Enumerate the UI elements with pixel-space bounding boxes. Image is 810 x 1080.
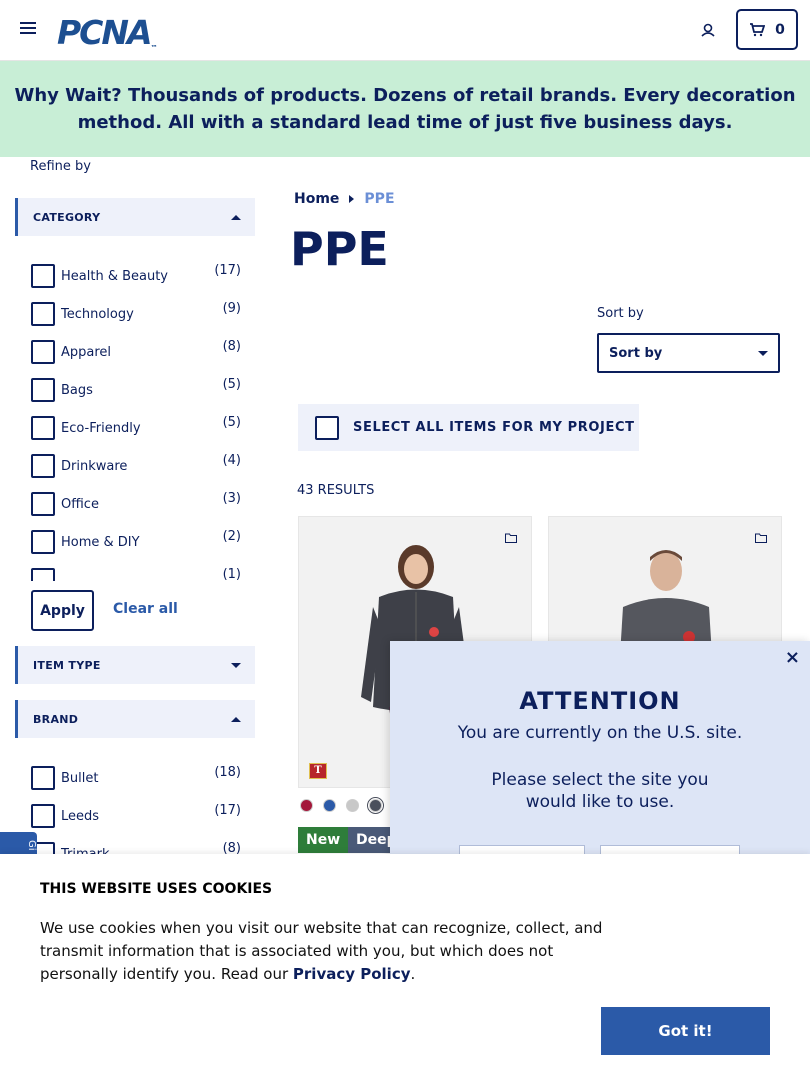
breadcrumb-home-link[interactable]: Home bbox=[294, 191, 339, 207]
refine-label: Refine by bbox=[30, 159, 91, 174]
cookie-banner: THIS WEBSITE USES COOKIES We use cookies… bbox=[0, 854, 810, 1080]
collapse-icon bbox=[231, 716, 241, 722]
category-facet-list: Health & Beauty (17) Technology (9) Appare… bbox=[30, 257, 245, 581]
option-label: Office bbox=[61, 496, 99, 512]
category-option[interactable]: Eco-Friendly (5) bbox=[30, 409, 245, 447]
option-count: (1) bbox=[222, 567, 241, 581]
checkbox[interactable] bbox=[31, 804, 55, 828]
collapse-icon bbox=[231, 214, 241, 220]
checkbox[interactable] bbox=[31, 568, 55, 581]
cart-count: 0 bbox=[775, 21, 785, 38]
option-label: Leeds bbox=[61, 808, 100, 824]
cookie-title: THIS WEBSITE USES COOKIES bbox=[40, 881, 273, 897]
category-option[interactable]: Technology (9) bbox=[30, 295, 245, 333]
category-option[interactable]: Drinkware (4) bbox=[30, 447, 245, 485]
results-count: 43 RESULTS bbox=[297, 483, 375, 498]
color-swatch[interactable] bbox=[367, 797, 384, 814]
option-count: (5) bbox=[222, 377, 241, 392]
breadcrumb: Home PPE bbox=[294, 191, 395, 207]
category-option[interactable]: Bags (5) bbox=[30, 371, 245, 409]
option-label: Eco-Friendly bbox=[61, 420, 141, 436]
brand-facet-title: BRAND bbox=[33, 712, 79, 726]
cookie-text: We use cookies when you visit our websit… bbox=[40, 917, 610, 986]
option-count: (3) bbox=[222, 491, 241, 506]
checkbox[interactable] bbox=[31, 416, 55, 440]
chevron-down-icon bbox=[758, 350, 768, 356]
color-swatch[interactable] bbox=[346, 799, 359, 812]
site-header: PCNA™ 0 bbox=[0, 0, 810, 61]
checkbox[interactable] bbox=[31, 454, 55, 478]
privacy-policy-link[interactable]: Privacy Policy bbox=[293, 965, 411, 983]
option-count: (8) bbox=[222, 339, 241, 354]
brand-badge: T bbox=[309, 763, 327, 779]
category-facet-title: CATEGORY bbox=[33, 210, 101, 224]
close-icon[interactable]: × bbox=[785, 647, 800, 668]
page-title: PPE bbox=[290, 222, 389, 276]
cart-icon bbox=[750, 22, 766, 36]
option-label: Bullet bbox=[61, 770, 99, 786]
select-all-items[interactable]: SELECT ALL ITEMS FOR MY PROJECT bbox=[298, 404, 639, 451]
site-selection-modal: × ATTENTION You are currently on the U.S… bbox=[390, 641, 810, 865]
checkbox[interactable] bbox=[31, 302, 55, 326]
option-label: Bags bbox=[61, 382, 93, 398]
checkbox[interactable] bbox=[31, 492, 55, 516]
option-label: Apparel bbox=[61, 344, 112, 360]
clear-all-link[interactable]: Clear all bbox=[113, 601, 178, 617]
checkbox[interactable] bbox=[31, 264, 55, 288]
expand-icon bbox=[231, 662, 241, 668]
modal-message: You are currently on the U.S. site. bbox=[457, 723, 743, 743]
option-label: Technology bbox=[61, 306, 134, 322]
option-count: (9) bbox=[222, 301, 241, 316]
select-all-checkbox[interactable] bbox=[315, 415, 339, 440]
option-count: (17) bbox=[214, 263, 241, 278]
sort-value: Sort by bbox=[609, 345, 663, 361]
brand-option[interactable]: Leeds (17) bbox=[30, 797, 245, 835]
category-option[interactable]: Office (3) bbox=[30, 485, 245, 523]
category-option[interactable]: (1) bbox=[30, 561, 245, 581]
breadcrumb-separator-icon bbox=[349, 195, 355, 203]
category-option[interactable]: Health & Beauty (17) bbox=[30, 257, 245, 295]
option-count: (4) bbox=[222, 453, 241, 468]
option-count: (18) bbox=[214, 765, 241, 780]
brand-option[interactable]: Bullet (18) bbox=[30, 759, 245, 797]
modal-instruction: Please select the site you would like to… bbox=[491, 770, 709, 812]
item-type-facet-header[interactable]: ITEM TYPE bbox=[15, 646, 255, 684]
promo-text: Why Wait? Thousands of products. Dozens … bbox=[14, 85, 796, 133]
color-swatch[interactable] bbox=[323, 799, 336, 812]
new-tag: New bbox=[298, 827, 349, 853]
menu-icon[interactable] bbox=[20, 22, 36, 36]
modal-title: ATTENTION bbox=[519, 687, 681, 715]
brand-facet-header[interactable]: BRAND bbox=[15, 700, 255, 738]
apply-button[interactable]: Apply bbox=[31, 590, 94, 631]
color-swatch[interactable] bbox=[300, 799, 313, 812]
option-count: (5) bbox=[222, 415, 241, 430]
logo-text: PCNA bbox=[57, 13, 153, 52]
cart-button[interactable]: 0 bbox=[736, 9, 798, 50]
select-all-label: SELECT ALL ITEMS FOR MY PROJECT bbox=[353, 420, 635, 435]
pcna-logo[interactable]: PCNA™ bbox=[57, 13, 158, 52]
got-it-button[interactable]: Got it! bbox=[601, 1007, 770, 1055]
checkbox[interactable] bbox=[31, 340, 55, 364]
option-label: Drinkware bbox=[61, 458, 128, 474]
category-facet-header[interactable]: CATEGORY bbox=[15, 198, 255, 236]
option-count: (17) bbox=[214, 803, 241, 818]
checkbox[interactable] bbox=[31, 530, 55, 554]
item-type-facet-title: ITEM TYPE bbox=[33, 658, 101, 672]
option-label: Health & Beauty bbox=[61, 268, 169, 284]
sort-dropdown[interactable]: Sort by bbox=[597, 333, 780, 373]
checkbox[interactable] bbox=[31, 766, 55, 790]
logo-mark: ™ bbox=[150, 44, 158, 52]
sort-label: Sort by bbox=[597, 306, 644, 321]
option-label: Home & DIY bbox=[61, 534, 140, 550]
cookie-period: . bbox=[410, 965, 416, 983]
promo-banner: Why Wait? Thousands of products. Dozens … bbox=[0, 61, 810, 157]
checkbox[interactable] bbox=[31, 378, 55, 402]
category-option[interactable]: Apparel (8) bbox=[30, 333, 245, 371]
user-icon[interactable] bbox=[698, 20, 718, 40]
color-swatches bbox=[300, 797, 384, 814]
option-count: (2) bbox=[222, 529, 241, 544]
category-option[interactable]: Home & DIY (2) bbox=[30, 523, 245, 561]
breadcrumb-current: PPE bbox=[364, 191, 395, 207]
